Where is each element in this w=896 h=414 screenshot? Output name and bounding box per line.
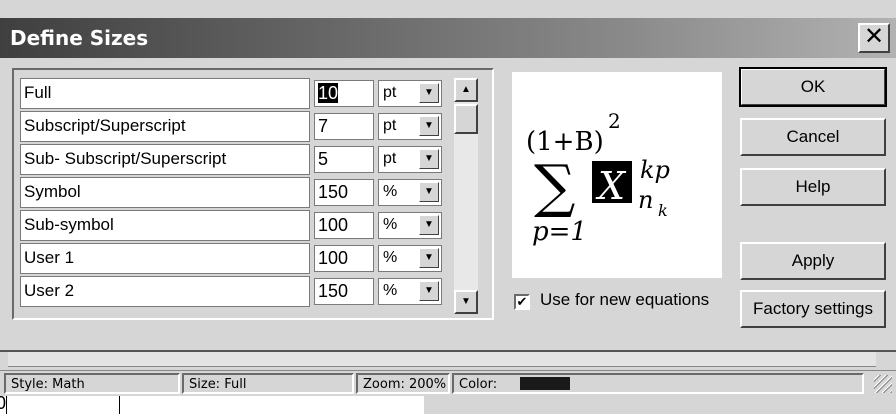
unit-value: % bbox=[383, 216, 398, 233]
status-style: Style: Math bbox=[4, 373, 180, 394]
preview-lower-limit: p=1 bbox=[532, 217, 587, 247]
size-value-input[interactable]: 150 bbox=[314, 278, 374, 305]
status-color: Color: bbox=[452, 373, 864, 394]
editor-area bbox=[0, 350, 896, 372]
help-button[interactable]: Help bbox=[740, 168, 886, 206]
size-value: 10 bbox=[318, 83, 339, 103]
unit-value: pt bbox=[383, 84, 397, 101]
size-value: 150 bbox=[318, 182, 349, 202]
preview-superscript: kp bbox=[640, 156, 670, 184]
size-value: 100 bbox=[318, 248, 349, 268]
unit-dropdown[interactable]: pt ▼ bbox=[378, 113, 442, 140]
checkmark-icon: ✔ bbox=[516, 294, 528, 309]
close-icon: ✕ bbox=[863, 23, 885, 50]
preview-sub-subscript: k bbox=[658, 201, 668, 220]
size-row: Symbol 150% ▼ bbox=[20, 177, 484, 208]
unit-value: pt bbox=[383, 150, 397, 167]
unit-value: % bbox=[383, 183, 398, 200]
unit-dropdown[interactable]: % ▼ bbox=[378, 245, 442, 272]
size-value-input[interactable]: 100 bbox=[314, 212, 374, 239]
status-size: Size: Full bbox=[182, 373, 354, 394]
dialog-title: Define Sizes bbox=[10, 26, 149, 50]
scroll-thumb[interactable] bbox=[454, 104, 478, 134]
size-row: Sub- Subscript/Superscript 5 pt ▼ bbox=[20, 144, 484, 175]
size-value-input[interactable]: 7 bbox=[314, 113, 374, 140]
size-name: User 2 bbox=[20, 276, 310, 307]
size-name: Symbol bbox=[20, 177, 310, 208]
size-value: 100 bbox=[318, 215, 349, 235]
size-row: Full 10 pt ▼ bbox=[20, 78, 484, 109]
background-cell bbox=[118, 396, 425, 414]
define-sizes-dialog: Define Sizes ✕ Full 10 pt ▼ Subscript/Supers… bbox=[0, 0, 896, 350]
size-value: 5 bbox=[318, 149, 329, 169]
unit-value: % bbox=[383, 282, 398, 299]
chevron-down-icon[interactable]: ▼ bbox=[419, 182, 439, 202]
sizes-list-panel: Full 10 pt ▼ Subscript/Superscript 7 pt ▼ Sub- S… bbox=[12, 68, 494, 320]
preview-equation-svg: (1+B) 2 ∑ X kp n k p=1 bbox=[526, 109, 670, 247]
ok-button[interactable]: OK bbox=[739, 67, 887, 107]
unit-value: pt bbox=[383, 117, 397, 134]
factory-settings-button[interactable]: Factory settings bbox=[740, 290, 886, 328]
unit-value: % bbox=[383, 249, 398, 266]
cancel-button[interactable]: Cancel bbox=[740, 118, 886, 156]
chevron-down-icon[interactable]: ▼ bbox=[419, 116, 439, 136]
background-document: 0 bbox=[0, 393, 896, 414]
background-shade bbox=[424, 396, 896, 414]
unit-dropdown[interactable]: % ▼ bbox=[378, 278, 442, 305]
size-value-input[interactable]: 5 bbox=[314, 146, 374, 173]
horizontal-scrollbar[interactable] bbox=[8, 352, 876, 367]
chevron-down-icon[interactable]: ▼ bbox=[419, 281, 439, 301]
list-scrollbar[interactable]: ▲ ▼ bbox=[454, 78, 478, 314]
size-name: Subscript/Superscript bbox=[20, 111, 310, 142]
status-color-label: Color: bbox=[459, 377, 498, 392]
size-value-input[interactable]: 150 bbox=[314, 179, 374, 206]
scroll-up-icon[interactable]: ▲ bbox=[454, 78, 478, 102]
background-cell bbox=[6, 396, 120, 414]
chevron-down-icon[interactable]: ▼ bbox=[419, 248, 439, 268]
size-row: Subscript/Superscript 7 pt ▼ bbox=[20, 111, 484, 142]
status-zoom: Zoom: 200% bbox=[356, 373, 450, 394]
chevron-down-icon[interactable]: ▼ bbox=[419, 149, 439, 169]
equation-preview: (1+B) 2 ∑ X kp n k p=1 bbox=[512, 72, 722, 278]
title-bar: Define Sizes ✕ bbox=[0, 18, 896, 58]
color-swatch bbox=[520, 377, 570, 390]
preview-subscript: n bbox=[638, 186, 653, 214]
preview-variable: X bbox=[595, 164, 627, 208]
background-text: 0 bbox=[0, 393, 7, 413]
apply-button[interactable]: Apply bbox=[740, 242, 886, 280]
unit-dropdown[interactable]: pt ▼ bbox=[378, 80, 442, 107]
close-button[interactable]: ✕ bbox=[858, 23, 890, 53]
size-value: 7 bbox=[318, 116, 329, 136]
size-name: User 1 bbox=[20, 243, 310, 274]
preview-sigma: ∑ bbox=[534, 152, 575, 220]
size-value: 150 bbox=[318, 281, 349, 301]
scroll-down-icon[interactable]: ▼ bbox=[454, 290, 478, 314]
size-value-input[interactable]: 100 bbox=[314, 245, 374, 272]
use-for-new-equations-label[interactable]: Use for new equations bbox=[540, 290, 709, 310]
size-name: Sub- Subscript/Superscript bbox=[20, 144, 310, 175]
size-name: Sub-symbol bbox=[20, 210, 310, 241]
unit-dropdown[interactable]: % ▼ bbox=[378, 212, 442, 239]
chevron-down-icon[interactable]: ▼ bbox=[419, 83, 439, 103]
preview-top-exponent: 2 bbox=[608, 109, 621, 133]
size-value-input[interactable]: 10 bbox=[314, 80, 374, 107]
size-name: Full bbox=[20, 78, 310, 109]
size-row: User 1 100% ▼ bbox=[20, 243, 484, 274]
size-row: User 2 150% ▼ bbox=[20, 276, 484, 307]
unit-dropdown[interactable]: pt ▼ bbox=[378, 146, 442, 173]
unit-dropdown[interactable]: % ▼ bbox=[378, 179, 442, 206]
status-bar: Style: Math Size: Full Zoom: 200% Color: bbox=[0, 370, 896, 397]
use-for-new-equations-checkbox[interactable]: ✔ bbox=[514, 294, 530, 310]
resize-grip-icon[interactable] bbox=[874, 375, 892, 393]
size-row: Sub-symbol 100% ▼ bbox=[20, 210, 484, 241]
chevron-down-icon[interactable]: ▼ bbox=[419, 215, 439, 235]
